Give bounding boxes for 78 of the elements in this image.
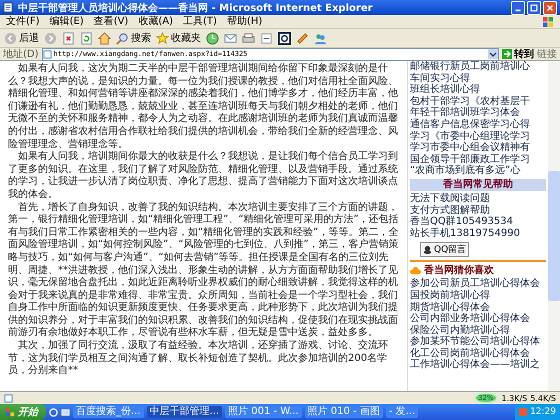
download-rate: 5.4K/S <box>530 394 556 402</box>
close-icon <box>546 4 554 12</box>
links-button[interactable]: 链接 <box>537 47 557 61</box>
recommend-link[interactable]: 工作培训心得体会——培训之 <box>410 359 546 372</box>
scrollbar[interactable] <box>548 61 560 391</box>
star-icon <box>156 32 169 44</box>
recommend-link[interactable]: 期货培训心得体会 <box>410 302 546 314</box>
dropdown-icon[interactable] <box>488 49 498 59</box>
help-heading: 香当网常见帮助 <box>410 178 546 191</box>
page-icon <box>42 50 52 58</box>
mail-icon[interactable] <box>224 32 237 44</box>
help-link[interactable]: 站长手机13819754990 <box>410 228 546 240</box>
taskbar-task[interactable]: - 发... <box>386 406 418 418</box>
search-icon <box>116 32 129 44</box>
favorites-button[interactable]: 收藏夹 <box>156 31 201 45</box>
go-button[interactable]: 转到 <box>502 47 534 61</box>
page-icon <box>3 2 14 13</box>
recommend-link[interactable]: 参加公司新员工培训心得体会 <box>410 278 546 290</box>
clock: 12:29 <box>530 407 556 417</box>
help-link[interactable]: 无法下载阅读问题 <box>410 192 546 205</box>
close-button[interactable] <box>543 0 557 14</box>
help-link[interactable]: 支付方式图解帮助 <box>410 204 546 216</box>
desktop-icon[interactable] <box>61 408 70 416</box>
recommend-link[interactable]: 国投岗前培训心得 <box>410 290 546 302</box>
minimize-button[interactable] <box>511 0 525 14</box>
messenger-icon[interactable] <box>278 32 291 44</box>
sidebar-link[interactable]: “农商市场到底有多远”心 <box>410 165 546 177</box>
recommend-link[interactable]: 公司内部业务培训心得体会 <box>410 313 546 325</box>
taskbar-task[interactable]: 中层干部管理... <box>146 406 222 418</box>
recommend-link[interactable]: 保险公司内勤培训心得 <box>410 324 546 336</box>
cloud-icon <box>410 266 421 275</box>
article-paragraph: 如果有人问我，培训期间你最大的收获是什么？我想说，是让我们每个信合员工学习到了更多的知识。在这里，我们了解了对风险防范、精细化管理、以及营销手段。通过系统的学习，让我进一步认清了岗位职责、净化了思想、提高了营销能力下面对这次培训谈点我的体会。 <box>8 151 399 202</box>
recommend-link[interactable]: 化工公司岗前培训心得体会 <box>410 348 546 360</box>
menu-item[interactable]: 查看(V) <box>94 16 128 28</box>
menu-item[interactable]: 帮助(H) <box>226 16 262 28</box>
sidebar-link[interactable]: 包村干部学习《农村基层干 <box>410 96 546 108</box>
back-button[interactable]: 后退 <box>4 31 39 45</box>
menu-item[interactable]: 收藏(A) <box>138 16 173 28</box>
sidebar-link[interactable]: 邮储银行新员工岗前培训心 <box>410 61 546 73</box>
sidebar-link[interactable]: 通信客户信息保密学习心得 <box>410 118 546 131</box>
home-icon[interactable] <box>98 32 111 44</box>
sidebar-link[interactable]: 班组长培训心得 <box>410 84 546 96</box>
window-title: 中层干部管理人员培训心得体会——香当网 - Microsoft Internet Explorer <box>18 1 374 14</box>
help-link[interactable]: 香当QQ群105493534 <box>410 216 546 228</box>
article-paragraph: 其次，加强了同行交流，汲取了有益经验。本次培训，还穿插了游戏、讨论、交流环节，这为我们学员相互之间沟通了解、取长补短创造了契机。此次参加培训的200名学员，分别来自** <box>8 340 389 378</box>
recommend-link[interactable]: 参加某环节能公司培训心得体 <box>410 336 546 348</box>
taskbar-task[interactable]: 照片 010 - 画图 <box>304 406 383 418</box>
taskbar-task[interactable]: 百度搜索_份... <box>73 406 144 418</box>
menu-item[interactable]: 工具(T) <box>183 16 217 28</box>
sidebar-link[interactable]: 学习市委中心组会议精神有 <box>410 142 546 154</box>
windows-logo-icon <box>542 16 554 28</box>
address-label: 地址(D) <box>3 48 39 61</box>
history-icon[interactable] <box>206 32 219 44</box>
article-paragraph: 首先，增长了自身知识，改善了我的知识结构。本次培训主要安排了三个方面的讲题，第一，银行精细化管理培训，如“精细化管理工程”、“精细化管理可采用的方法”，还包括有与我们日常工作紧密相关的一些内容，如“精细化管理的实践和经验”，等等。第二，全面风险管理培训，如“如何控制风险”、“风险管理的七到位、八到推”，第三，客户营销策略与技巧，如“如何与客户沟通”、“如何去营销”等等。担任授课是全国有名的三位刘先明、周捷、**洪进教授，他们深入浅出、形象生动的讲解，从方方面面帮助我们增长了见识，毫无保留地合盘托出，如此近距离聆听业界权威们的耐心细致讲解，我觉得这样的机会对于我来说真的是非常难得、非常宝贵。众所周知，当前社会是一个学习型社会，我们自身工作中所面临的知识更新频度更快、任务要求更高，此种形势下，此次培训为我们提供的知识养分，对于丰富我们的知识积累、改善我们的知识结构，促使我们在现实挑战面前游刃有余地做好本职工作，尽管说有些杯水车薪，但无疑是雪中送炭，益处多多。 <box>8 202 400 340</box>
menu-item[interactable]: 文件(F) <box>6 16 40 28</box>
menu-item[interactable]: 编辑(E) <box>50 16 84 28</box>
taskbar-task[interactable]: 照片 001 - W... <box>225 406 302 418</box>
person-icon <box>423 245 432 254</box>
sidebar-link[interactable]: 年轻干部培训班学习体会 <box>410 107 546 119</box>
qq-message-button[interactable]: QQ留言 <box>420 242 470 258</box>
print-icon[interactable] <box>242 32 255 44</box>
search-button[interactable]: 搜索 <box>116 31 151 45</box>
article-paragraph: 如果有人问我，这次为期二天半的中层干部管理培训期间给你留下印象最深刻的是什么？我想大声的说，是知识的力量。每一位为我们授课的教授，他们对信用社全面风险、精细化管理、和如何营销等讲座都深深的感染着我们，他们博学多才，他们经历丰富，他们谦逊有礼，他们勤勤恳恳，兢兢业业，甚至连培训班每天与我们朝夕相处的老师，他们无微不至的关怀和服务精神，都令人为之动容。在此感谢培训班的老师为我们真诚而温馨的付出，感谢省农村信用合作联社给我们提供的培训机会，带给我们全新的经营理念、风险管理理念、营销理念等。 <box>8 63 399 150</box>
refresh-icon[interactable] <box>80 32 93 44</box>
sidebar-link[interactable]: 学习《市委中心组理论学习 <box>410 130 546 142</box>
recommend-heading: 香当网猜你喜欢 <box>424 264 494 278</box>
page-icon <box>4 394 13 402</box>
maximize-button[interactable] <box>527 0 541 14</box>
arrow-icon <box>502 49 512 59</box>
maximize-icon <box>530 4 538 12</box>
browser-icon[interactable] <box>49 408 58 416</box>
people-icon[interactable] <box>314 32 327 44</box>
windows-logo-icon <box>5 407 15 417</box>
upload-rate: 1.3K/S <box>502 394 528 402</box>
sidebar-link[interactable]: 车间实习心得 <box>410 72 546 84</box>
sidebar-link[interactable]: 国企领导干部廉政工作学习 <box>410 154 546 166</box>
stop-icon[interactable] <box>62 32 75 44</box>
start-button[interactable]: 开始 <box>0 404 46 420</box>
